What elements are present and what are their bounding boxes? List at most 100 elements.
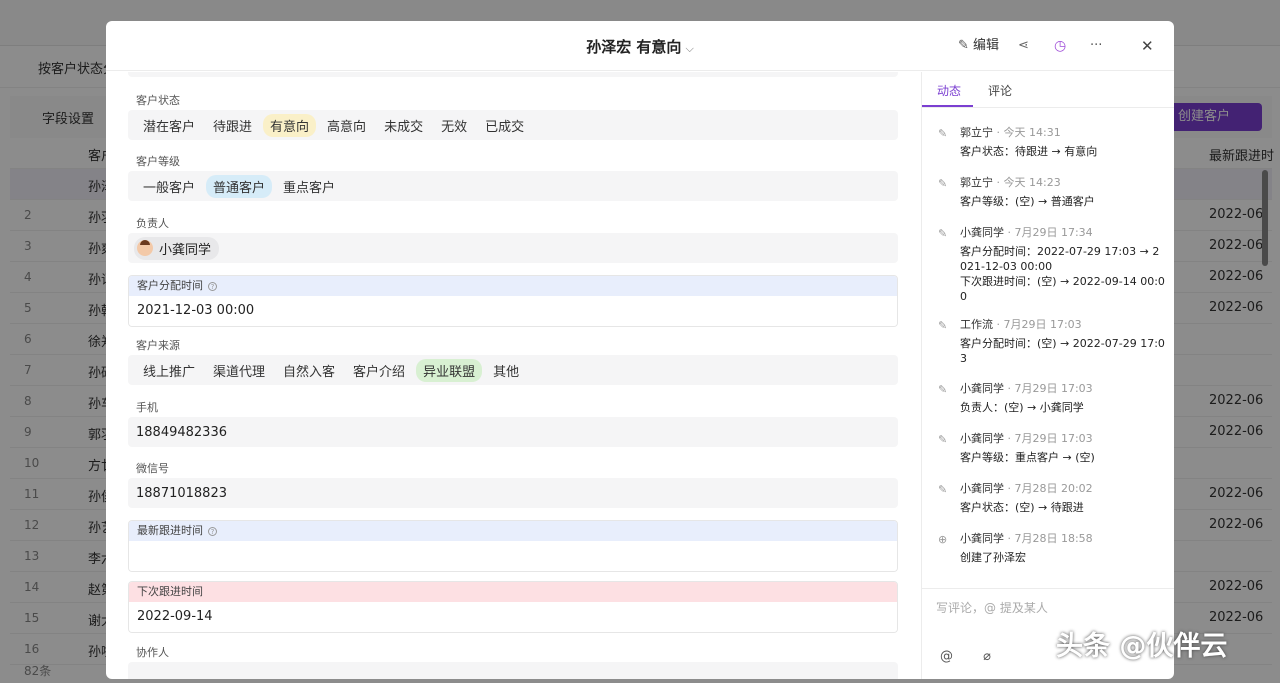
activity-text: 负责人：(空) → 小龚同学 [960,401,1084,414]
phone-value: 18849482336 [136,424,227,440]
customer-status-options[interactable]: 潜在客户 待跟进 有意向 高意向 未成交 无效 已成交 [128,110,898,140]
help-icon[interactable]: ? [208,526,217,536]
owner-name: 小龚同学 [159,242,212,258]
share-icon[interactable]: ⋖ [1018,35,1029,57]
edit-button[interactable]: ✎ 编辑 [958,35,999,57]
owner-field: 负责人 小龚同学 [128,215,898,263]
activity-time: · 7月28日 20:02 [1004,482,1093,495]
next-followup-input[interactable]: 2022-09-14 [129,602,897,632]
phone-input[interactable]: 18849482336 [128,417,898,447]
active-tab-indicator [922,105,973,107]
option-chip[interactable]: 一般客户 [136,175,202,198]
pencil-icon: ✎ [938,319,948,332]
watermark: 头条 @伙伴云 [1056,631,1228,662]
activity-time: · 7月29日 17:03 [993,318,1082,331]
comment-input[interactable]: 写评论，@ 提及某人 [936,599,1048,616]
close-icon[interactable]: ✕ [1141,35,1154,57]
activity-time: · 7月28日 18:58 [1004,532,1093,545]
pencil-icon: ✎ [958,38,969,53]
collaborator-field: 协作人 [128,644,898,679]
activity-author: 小龚同学 [960,382,1004,395]
option-chip[interactable]: 未成交 [377,114,430,137]
assign-time-field: 客户分配时间? 2021-12-03 00:00 [128,275,898,327]
option-chip[interactable]: 重点客户 [276,175,342,198]
collaborator-input[interactable] [128,662,898,679]
activity-meta: 小龚同学 · 7月28日 20:02 [960,480,1093,496]
pencil-icon: ✎ [938,483,948,496]
tab-activity[interactable]: 动态 [937,82,961,99]
activity-meta: 小龚同学 · 7月29日 17:03 [960,380,1093,396]
activity-author: 小龚同学 [960,226,1004,239]
mention-icon[interactable]: @ [940,649,953,664]
owner-chip[interactable]: 小龚同学 [134,236,220,260]
option-chip[interactable]: 线上推广 [136,359,202,382]
record-detail-modal: 孙泽宏 有意向 ⌵ ✎ 编辑 ⋖ ◷ ··· ✕ 客户状态 潜在客户 待跟进 有意向高… [106,21,1174,679]
option-chip[interactable]: 渠道代理 [206,359,272,382]
field-label: 客户状态 [136,94,180,107]
field-label: 负责人 [136,217,169,230]
help-icon[interactable]: ? [208,281,217,291]
source-field: 客户来源 线上推广 渠道代理 自然入客 客户介绍 异业联盟 其他 [128,337,898,385]
activity-text: 客户分配时间：(空) → 2022-07-29 17:03 [960,337,1165,365]
more-icon[interactable]: ··· [1090,35,1102,57]
pencil-icon: ✎ [938,433,948,446]
option-chip[interactable]: 客户介绍 [346,359,412,382]
activity-author: 郭立宁 [960,176,993,189]
activity-text: 客户状态：(空) → 待跟进 [960,501,1084,514]
activity-meta: 工作流 · 7月29日 17:03 [960,316,1082,332]
option-chip[interactable]: 异业联盟 [416,358,483,382]
activity-time: · 7月29日 17:03 [1004,382,1093,395]
wechat-field: 微信号 18871018823 [128,460,898,508]
chevron-down-icon[interactable]: ⌵ [685,42,693,55]
next-followup-field: 下次跟进时间 2022-09-14 [128,581,898,633]
activity-text: 客户等级：(空) → 普通客户 [960,195,1095,208]
wechat-input[interactable]: 18871018823 [128,478,898,508]
activity-time: · 今天 14:31 [993,126,1061,139]
activity-author: 小龚同学 [960,432,1004,445]
activity-text: 客户状态：待跟进 → 有意向 [960,145,1098,158]
comment-tools: @ ⌀ [940,649,991,664]
option-chip[interactable]: 有意向 [263,113,317,137]
field-label: 客户来源 [136,339,180,352]
activity-meta: 郭立宁 · 今天 14:31 [960,124,1061,140]
option-chip[interactable]: 普通客户 [206,174,273,198]
tab-comments[interactable]: 评论 [988,82,1012,99]
history-icon[interactable]: ◷ [1054,35,1066,57]
owner-box[interactable]: 小龚同学 [128,233,898,263]
option-chip[interactable]: 待跟进 [206,114,259,137]
option-chip[interactable]: 高意向 [320,114,373,137]
customer-level-options[interactable]: 一般客户 普通客户 重点客户 [128,171,898,201]
wechat-value: 18871018823 [136,485,227,501]
customer-status-field: 客户状态 潜在客户 待跟进 有意向 高意向 未成交 无效 已成交 [128,92,898,140]
edit-label: 编辑 [973,38,1000,53]
pencil-icon: ✎ [938,383,948,396]
record-title[interactable]: 孙泽宏 有意向 ⌵ [106,36,1174,57]
option-chip[interactable]: 自然入客 [276,359,342,382]
activity-author: 郭立宁 [960,126,993,139]
activity-text: 客户等级：重点客户 → (空) [960,451,1095,464]
pencil-icon: ✎ [938,127,948,140]
activity-author: 小龚同学 [960,532,1004,545]
option-chip[interactable]: 无效 [434,114,474,137]
assign-time-input[interactable]: 2021-12-03 00:00 [129,296,897,326]
option-chip[interactable]: 其他 [486,359,526,382]
modal-header: 孙泽宏 有意向 ⌵ ✎ 编辑 ⋖ ◷ ··· ✕ [106,21,1174,71]
pencil-icon: ✎ [938,177,948,190]
field-label: 下次跟进时间 [129,582,897,602]
activity-time: · 7月29日 17:34 [1004,226,1093,239]
activity-meta: 小龚同学 · 7月28日 18:58 [960,530,1093,546]
activity-author: 工作流 [960,318,993,331]
activity-text: 客户分配时间：2022-07-29 17:03 → 2021-12-03 00:… [960,245,1165,303]
avatar [137,240,153,256]
activity-meta: 小龚同学 · 7月29日 17:34 [960,224,1093,240]
option-chip[interactable]: 已成交 [478,114,531,137]
source-options[interactable]: 线上推广 渠道代理 自然入客 客户介绍 异业联盟 其他 [128,355,898,385]
latest-followup-input[interactable] [129,541,897,571]
phone-field: 手机 18849482336 [128,399,898,447]
activity-time: · 今天 14:23 [993,176,1061,189]
activity-text: 创建了孙泽宏 [960,551,1026,564]
option-chip[interactable]: 潜在客户 [136,114,202,137]
form-panel: 客户状态 潜在客户 待跟进 有意向 高意向 未成交 无效 已成交 客户等级 一般客户 普通客户… [106,72,920,679]
attachment-icon[interactable]: ⌀ [983,649,991,664]
pencil-icon: ✎ [938,227,948,240]
